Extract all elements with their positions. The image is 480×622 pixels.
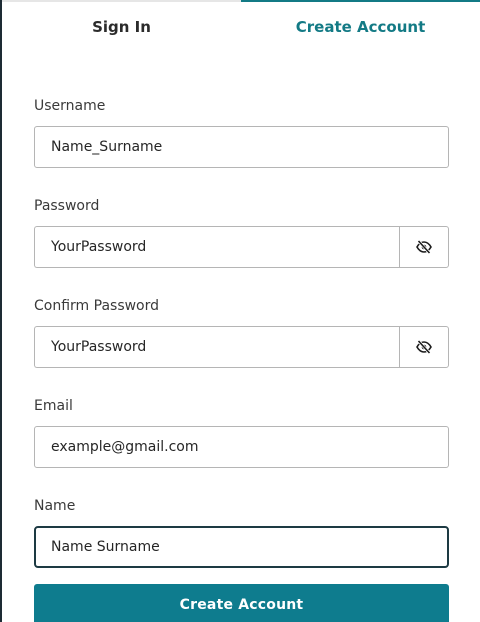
confirm-password-visibility-toggle[interactable] xyxy=(399,326,449,368)
confirm-password-value: YourPassword xyxy=(51,339,147,355)
username-value: Name_Surname xyxy=(51,139,163,155)
name-label: Name xyxy=(34,498,76,514)
username-field[interactable]: Name_Surname xyxy=(34,126,449,168)
confirm-password-field[interactable]: YourPassword xyxy=(34,326,399,368)
eye-slash-icon xyxy=(416,240,432,254)
email-field[interactable]: example@gmail.com xyxy=(34,426,449,468)
create-account-button[interactable]: Create Account xyxy=(34,584,449,622)
username-label: Username xyxy=(34,98,106,114)
name-value: Name Surname xyxy=(51,539,160,555)
confirm-password-label: Confirm Password xyxy=(34,298,160,314)
eye-slash-icon xyxy=(416,340,432,354)
name-field[interactable]: Name Surname xyxy=(34,526,449,568)
password-group: YourPassword xyxy=(34,226,449,268)
password-visibility-toggle[interactable] xyxy=(399,226,449,268)
password-field[interactable]: YourPassword xyxy=(34,226,399,268)
create-account-form: Username Name_Surname Password YourPassw… xyxy=(34,96,449,622)
tab-sign-in[interactable]: Sign In xyxy=(2,0,241,52)
auth-panel: Sign In Create Account Username Name_Sur… xyxy=(0,0,480,622)
auth-tabs: Sign In Create Account xyxy=(2,0,480,52)
email-label: Email xyxy=(34,398,73,414)
tab-create-account[interactable]: Create Account xyxy=(241,0,480,52)
confirm-password-group: YourPassword xyxy=(34,326,449,368)
password-label: Password xyxy=(34,198,100,214)
password-value: YourPassword xyxy=(51,239,147,255)
email-value: example@gmail.com xyxy=(51,439,199,455)
